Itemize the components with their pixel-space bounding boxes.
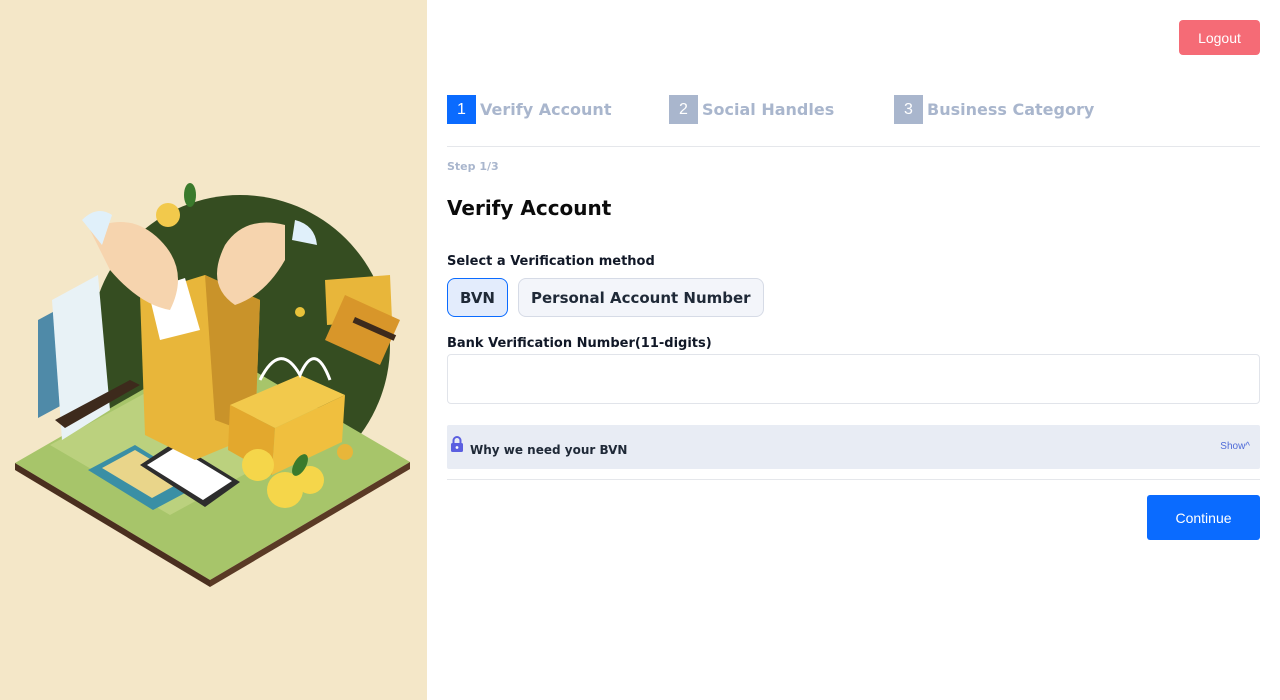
step-number: 1 (447, 95, 476, 124)
step-number: 2 (669, 95, 698, 124)
step-indicator: Step 1/3 (447, 160, 499, 173)
stepper: 1 Verify Account 2 Social Handles 3 Busi… (447, 95, 1260, 147)
page-title: Verify Account (447, 196, 612, 220)
continue-button[interactable]: Continue (1147, 495, 1260, 540)
step-number: 3 (894, 95, 923, 124)
step-verify-account[interactable]: 1 Verify Account (447, 95, 611, 124)
step-label: Business Category (927, 100, 1095, 119)
shopping-illustration (15, 183, 410, 587)
verification-method-label: Select a Verification method (447, 254, 655, 269)
step-label: Verify Account (480, 100, 612, 119)
divider (447, 479, 1260, 480)
step-social-handles[interactable]: 2 Social Handles (669, 95, 834, 124)
logout-button[interactable]: Logout (1179, 20, 1260, 55)
illustration-panel (0, 0, 427, 700)
lock-icon (451, 436, 463, 452)
bvn-input[interactable] (447, 354, 1260, 404)
step-label: Social Handles (702, 100, 835, 119)
step-business-category[interactable]: 3 Business Category (894, 95, 1094, 124)
verification-method-options: BVN Personal Account Number (447, 278, 764, 317)
bvn-option-button[interactable]: BVN (447, 278, 508, 317)
verification-panel: Logout 1 Verify Account 2 Social Handles… (427, 0, 1280, 700)
bvn-info-box: Why we need your BVN Show^ (447, 425, 1260, 469)
bvn-info-text: Why we need your BVN (470, 443, 628, 457)
show-info-toggle[interactable]: Show^ (1220, 441, 1250, 452)
personal-account-number-option-button[interactable]: Personal Account Number (518, 278, 764, 317)
bvn-field-label: Bank Verification Number(11-digits) (447, 336, 712, 351)
